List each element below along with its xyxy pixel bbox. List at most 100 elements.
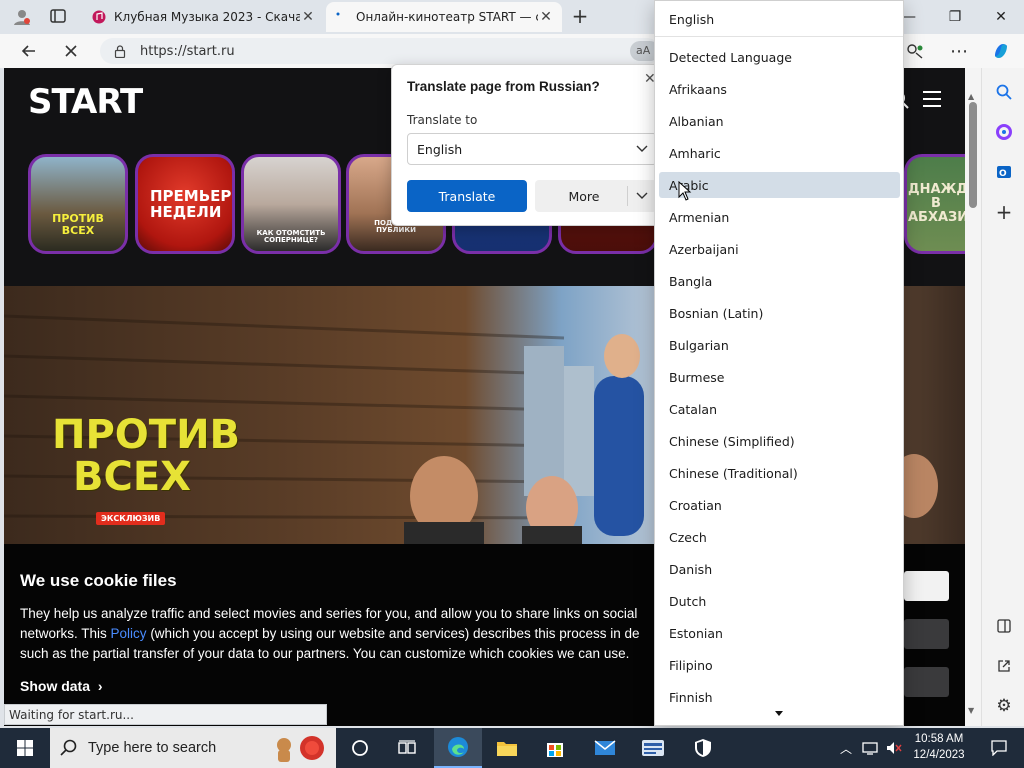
cortana-icon[interactable]: [337, 728, 383, 768]
language-option[interactable]: Armenian: [659, 204, 900, 230]
outlook-icon[interactable]: O: [990, 158, 1018, 186]
cookie-text-fragment: networks. This: [20, 626, 111, 641]
taskbar-search-input[interactable]: Type here to search: [50, 728, 336, 768]
language-option[interactable]: Filipino: [659, 652, 900, 678]
new-tab-button[interactable]: +: [568, 6, 592, 28]
story-label: ПРЕМЬЕРЫ НЕДЕЛИ: [150, 186, 232, 221]
language-option[interactable]: Czech: [659, 524, 900, 550]
scrollbar-thumb[interactable]: [969, 102, 977, 208]
story-protiv-vseh[interactable]: ПРОТИВ ВСЕХ: [28, 154, 128, 254]
split-screen-icon[interactable]: [990, 612, 1018, 640]
status-bar: Waiting for start.ru...: [4, 704, 327, 725]
mouse-cursor-icon: [678, 180, 692, 201]
clock-date: 12/4/2023: [913, 749, 965, 761]
microsoft-store-icon[interactable]: [532, 728, 578, 768]
news-app-icon[interactable]: [630, 728, 676, 768]
window-close-button[interactable]: ✕: [978, 4, 1024, 30]
language-option[interactable]: Azerbaijani: [659, 236, 900, 262]
tab-actions-icon[interactable]: [50, 8, 70, 26]
translate-button[interactable]: Translate: [407, 180, 527, 212]
tab-title: Клубная Музыка 2023 - Скачать: [114, 10, 300, 24]
customize-cookies-button[interactable]: [904, 619, 949, 649]
language-option[interactable]: Danish: [659, 556, 900, 582]
language-option[interactable]: Bangla: [659, 268, 900, 294]
edge-taskbar-icon[interactable]: [434, 728, 482, 768]
language-dropdown-current[interactable]: English: [655, 1, 903, 37]
stop-loading-button[interactable]: [56, 36, 86, 66]
translate-popup: Translate page from Russian? ✕ Translate…: [391, 64, 666, 226]
back-button[interactable]: [14, 36, 44, 66]
network-icon[interactable]: [858, 728, 882, 768]
cookie-text-line: They help us analyze traffic and select …: [20, 606, 638, 621]
language-option[interactable]: Afrikaans: [659, 76, 900, 102]
copilot-icon[interactable]: [986, 36, 1016, 66]
volume-muted-icon[interactable]: [882, 728, 906, 768]
show-hidden-icons-icon[interactable]: ︿: [834, 728, 858, 768]
policy-link[interactable]: Policy: [111, 626, 147, 641]
close-tab-icon[interactable]: ✕: [538, 9, 554, 25]
start-logo[interactable]: START: [28, 82, 143, 122]
tab-start-cinema[interactable]: Онлайн-кинотеатр START — смотреть ✕: [326, 2, 562, 32]
url-text: https://start.ru: [140, 43, 235, 59]
search-icon[interactable]: [990, 78, 1018, 106]
language-option-hovered[interactable]: Arabic: [659, 172, 900, 198]
gear-icon[interactable]: ⚙: [990, 692, 1018, 720]
language-option[interactable]: Dutch: [659, 588, 900, 614]
translate-title: Translate page from Russian?: [407, 79, 600, 94]
language-option[interactable]: Detected Language: [659, 44, 900, 70]
windows-start-icon[interactable]: [2, 728, 48, 768]
show-data-link[interactable]: Show data ›: [20, 678, 103, 694]
cookie-text-fragment: (which you accept by using our website a…: [146, 626, 640, 641]
language-option[interactable]: Croatian: [659, 492, 900, 518]
accept-cookies-button[interactable]: [904, 571, 949, 601]
task-view-icon[interactable]: [384, 728, 430, 768]
story-premieres[interactable]: ПРЕМЬЕРЫ НЕДЕЛИ: [135, 154, 235, 254]
address-bar[interactable]: https://start.ru aA: [100, 38, 660, 64]
story-abkhazia[interactable]: ДНАЖДЫ В АБХАЗИИ: [904, 154, 965, 254]
language-option[interactable]: Catalan: [659, 396, 900, 422]
search-placeholder: Type here to search: [88, 740, 217, 756]
taskbar-clock[interactable]: 10:58 AM 12/4/2023: [906, 731, 972, 763]
add-icon[interactable]: +: [990, 198, 1018, 226]
scroll-down-arrow-icon[interactable]: ▼: [968, 706, 974, 715]
loading-favicon-icon: [334, 10, 348, 24]
external-link-icon[interactable]: [990, 652, 1018, 680]
close-tab-icon[interactable]: ✕: [300, 9, 316, 25]
profile-icon[interactable]: [10, 6, 34, 28]
language-option[interactable]: Bulgarian: [659, 332, 900, 358]
language-option[interactable]: Burmese: [659, 364, 900, 390]
more-button[interactable]: More: [535, 180, 657, 212]
story-revenge[interactable]: КАК ОТОМСТИТЬ СОПЕРНИЦЕ?: [241, 154, 341, 254]
mail-icon[interactable]: [582, 728, 628, 768]
language-option[interactable]: Amharic: [659, 140, 900, 166]
language-option[interactable]: Bosnian (Latin): [659, 300, 900, 326]
decline-cookies-button[interactable]: [904, 667, 949, 697]
cookie-text-line: networks. This Policy (which you accept …: [20, 624, 660, 644]
scroll-up-arrow-icon[interactable]: ▲: [968, 92, 974, 101]
maximize-button[interactable]: ❐: [932, 4, 978, 30]
chevron-right-icon: ›: [97, 678, 103, 694]
language-option[interactable]: Chinese (Traditional): [659, 460, 900, 486]
cookie-title: We use cookie files: [20, 571, 177, 590]
security-shield-icon[interactable]: [680, 728, 726, 768]
scroll-down-arrow-icon[interactable]: [774, 707, 784, 717]
story-label: ПРОТИВ ВСЕХ: [52, 211, 104, 237]
cookie-text-line: such as the partial transfer of your dat…: [20, 646, 630, 661]
music-favicon-icon: [92, 10, 106, 24]
notifications-icon[interactable]: [976, 728, 1022, 768]
menu-icon[interactable]: [922, 90, 944, 110]
lock-icon[interactable]: [114, 45, 126, 59]
chevron-down-icon: [636, 142, 648, 157]
language-option[interactable]: Chinese (Simplified): [659, 428, 900, 454]
office-icon[interactable]: [990, 118, 1018, 146]
settings-more-icon[interactable]: ⋯: [944, 36, 974, 66]
language-option[interactable]: Estonian: [659, 620, 900, 646]
page-scrollbar[interactable]: ▲ ▼: [965, 68, 981, 726]
tracking-prevention-icon[interactable]: [900, 36, 930, 66]
file-explorer-icon[interactable]: [484, 728, 530, 768]
tab-club-music[interactable]: Клубная Музыка 2023 - Скачать ✕: [84, 2, 324, 32]
language-option[interactable]: Albanian: [659, 108, 900, 134]
target-language-select[interactable]: English: [407, 133, 657, 165]
language-option[interactable]: Finnish: [659, 684, 900, 705]
edge-sidebar: O + ⚙: [981, 68, 1024, 726]
